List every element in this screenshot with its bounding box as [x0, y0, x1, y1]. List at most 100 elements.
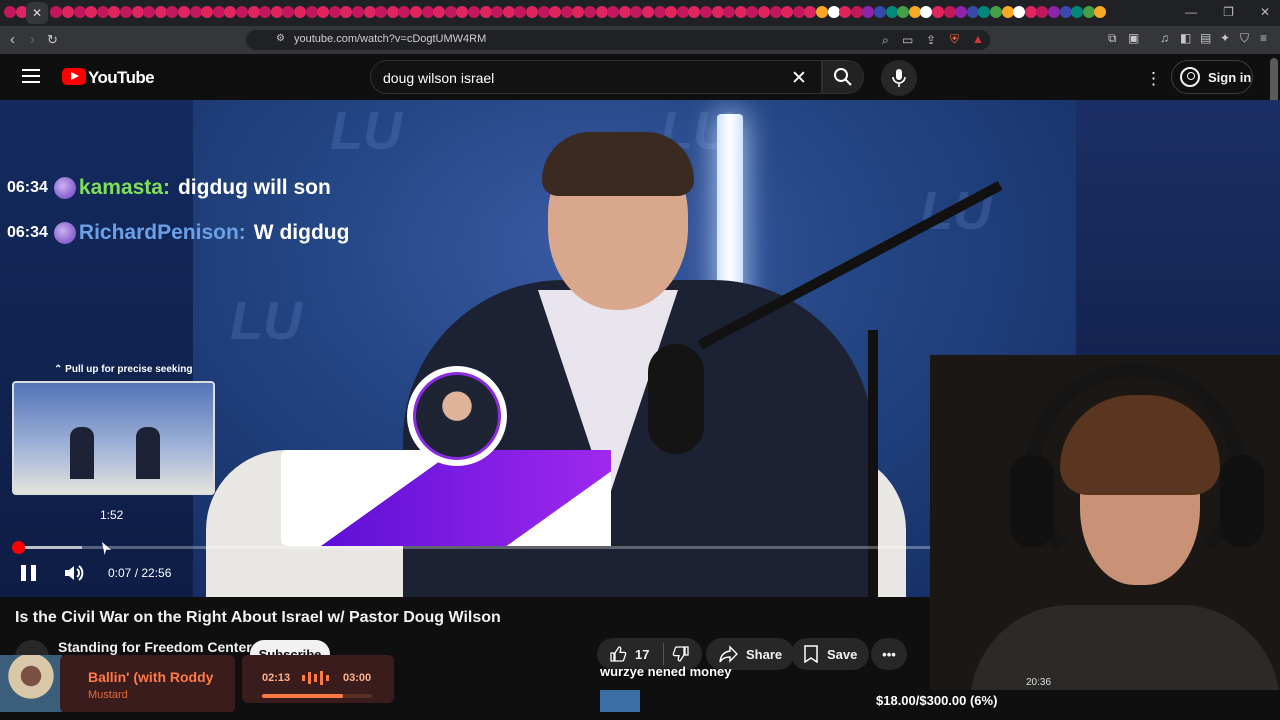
tab-favicon[interactable] [932, 6, 944, 18]
tab-favicon[interactable] [908, 6, 921, 18]
tab-favicon[interactable] [120, 6, 132, 18]
more-actions-button[interactable]: ••• [871, 638, 907, 670]
tab-favicon[interactable] [96, 6, 109, 18]
tab-favicon[interactable] [781, 6, 794, 18]
site-info-icon[interactable]: ⚙ [276, 33, 285, 44]
tab-favicon[interactable] [804, 6, 817, 18]
tab-favicon[interactable] [224, 6, 237, 18]
media-icon[interactable]: ♫ [1160, 31, 1169, 45]
cast-icon[interactable]: ▭ [902, 33, 913, 47]
tab-favicon[interactable] [1001, 6, 1014, 18]
sign-in-button[interactable]: Sign in [1171, 60, 1253, 94]
tab-favicon[interactable] [584, 6, 596, 18]
tab-favicon[interactable] [375, 6, 388, 18]
tab-favicon[interactable] [340, 6, 353, 18]
tab-favicon[interactable] [468, 6, 480, 18]
zoom-icon[interactable]: ⌕ [882, 33, 889, 48]
tab-favicon[interactable] [676, 6, 689, 18]
tab-favicon[interactable] [62, 6, 74, 18]
close-tab-icon[interactable]: ✕ [26, 2, 48, 24]
sidebar-icon[interactable]: ▣ [1128, 31, 1139, 45]
tab-favicon[interactable] [398, 6, 411, 18]
tab-favicon[interactable] [665, 6, 678, 18]
scrubber-handle[interactable] [12, 541, 25, 554]
tab-favicons[interactable] [0, 6, 1150, 20]
tab-favicon[interactable] [990, 6, 1002, 18]
tab-favicon[interactable] [1059, 6, 1072, 18]
tab-favicon[interactable] [131, 6, 144, 18]
tab-favicon[interactable] [270, 6, 283, 18]
tab-favicon[interactable] [607, 6, 620, 18]
menu-icon[interactable]: ≡ [1260, 31, 1267, 45]
volume-icon[interactable] [62, 562, 84, 584]
tab-favicon[interactable] [178, 6, 190, 18]
tab-favicon[interactable] [653, 6, 666, 18]
tab-favicon[interactable] [1082, 6, 1095, 18]
tab-favicon[interactable] [700, 6, 712, 18]
tab-favicon[interactable] [792, 6, 805, 18]
rewards-icon[interactable]: ▲ [972, 32, 984, 46]
tab-favicon[interactable] [560, 6, 573, 18]
tab-favicon[interactable] [874, 6, 886, 18]
tab-favicon[interactable] [328, 6, 341, 18]
tab-favicon[interactable] [154, 6, 167, 18]
close-window-icon[interactable]: ✕ [1260, 5, 1270, 19]
tab-favicon[interactable] [630, 6, 643, 18]
tab-favicon[interactable] [711, 6, 724, 18]
tab-favicon[interactable] [526, 6, 538, 18]
guide-menu-icon[interactable] [22, 69, 40, 83]
tab-favicon[interactable] [1013, 6, 1026, 18]
tab-favicon[interactable] [943, 6, 956, 18]
search-button[interactable] [822, 60, 864, 94]
tab-favicon[interactable] [502, 6, 515, 18]
tab-favicon[interactable] [816, 6, 828, 18]
tab-favicon[interactable] [433, 6, 446, 18]
tab-favicon[interactable] [4, 6, 16, 18]
tab-favicon[interactable] [758, 6, 770, 18]
youtube-logo-icon[interactable] [62, 68, 86, 85]
reload-icon[interactable]: ↻ [47, 32, 58, 48]
tab-favicon[interactable] [920, 6, 933, 18]
brave-shield-icon[interactable]: ⛨ [950, 32, 959, 47]
tab-favicon[interactable] [421, 6, 434, 18]
pause-icon[interactable] [21, 565, 36, 581]
tab-favicon[interactable] [734, 6, 747, 18]
tab-favicon[interactable] [1094, 6, 1107, 18]
tab-favicon[interactable] [642, 6, 654, 18]
tab-favicon[interactable] [108, 6, 121, 18]
tab-favicon[interactable] [1036, 6, 1049, 18]
url-field[interactable]: ⚙ youtube.com/watch?v=cDogtUMW4RM ⌕ ▭ ⇪ … [246, 30, 990, 50]
maximize-icon[interactable]: ❐ [1223, 5, 1234, 19]
tab-favicon[interactable] [897, 6, 910, 18]
tab-favicon[interactable] [479, 6, 492, 18]
voice-search-button[interactable] [881, 60, 917, 96]
settings-kebab-icon[interactable]: ⋮ [1145, 69, 1162, 89]
tab-favicon[interactable] [282, 6, 295, 18]
tab-favicon[interactable] [317, 6, 330, 18]
tab-favicon[interactable] [595, 6, 608, 18]
tab-favicon[interactable] [769, 6, 782, 18]
tab-favicon[interactable] [688, 6, 701, 18]
progress-bar[interactable] [12, 546, 1022, 549]
split-view-icon[interactable]: ◧ [1180, 31, 1191, 45]
tab-favicon[interactable] [1024, 6, 1037, 18]
tab-favicon[interactable] [247, 6, 260, 18]
tab-favicon[interactable] [143, 6, 156, 18]
tab-favicon[interactable] [189, 6, 202, 18]
tab-favicon[interactable] [410, 6, 422, 18]
tab-favicon[interactable] [305, 6, 318, 18]
minimize-icon[interactable]: — [1185, 5, 1197, 19]
tab-favicon[interactable] [514, 6, 527, 18]
tab-favicon[interactable] [862, 6, 875, 18]
tab-favicon[interactable] [1071, 6, 1084, 18]
share-page-icon[interactable]: ⇪ [926, 33, 936, 47]
save-button[interactable]: Save [791, 638, 870, 670]
extensions-icon[interactable]: ⧉ [1108, 31, 1117, 46]
tab-favicon[interactable] [955, 6, 968, 18]
tab-favicon[interactable] [549, 6, 562, 18]
tab-favicon[interactable] [618, 6, 631, 18]
tab-favicon[interactable] [386, 6, 399, 18]
clear-search-icon[interactable]: ✕ [791, 67, 807, 90]
tab-favicon[interactable] [1048, 6, 1060, 18]
tab-favicon[interactable] [456, 6, 469, 18]
